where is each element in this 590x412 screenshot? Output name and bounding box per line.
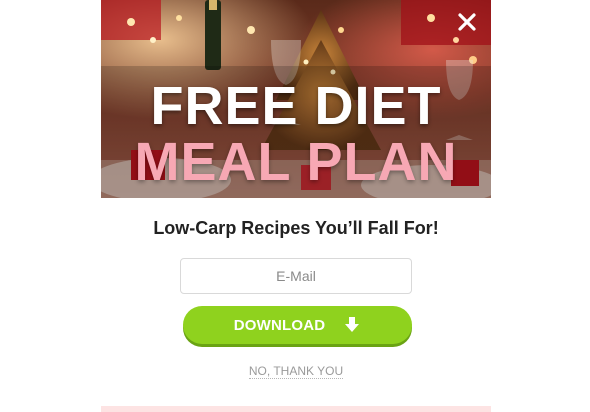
popup-bottom-strip: [101, 406, 491, 412]
email-input[interactable]: [180, 258, 412, 294]
decline-link-container: NO, THANK YOU: [101, 363, 491, 379]
hero-title-line2: MEAL PLAN: [134, 132, 458, 192]
download-button[interactable]: DOWNLOAD: [183, 306, 412, 344]
download-button-label: DOWNLOAD: [233, 316, 326, 334]
page: FREE DIET MEAL PLAN Low-Carp Recipes You…: [0, 0, 590, 412]
hero-title-line1: FREE DIET: [150, 76, 442, 136]
close-icon: [458, 13, 476, 31]
popup-tagline: Low-Carp Recipes You’ll Fall For!: [153, 218, 439, 238]
download-arrow-icon: [343, 316, 361, 334]
decline-link[interactable]: NO, THANK YOU: [248, 364, 344, 379]
hero-banner: FREE DIET MEAL PLAN: [101, 0, 491, 198]
newsletter-popup: FREE DIET MEAL PLAN Low-Carp Recipes You…: [101, 0, 491, 412]
close-button[interactable]: [455, 10, 479, 34]
